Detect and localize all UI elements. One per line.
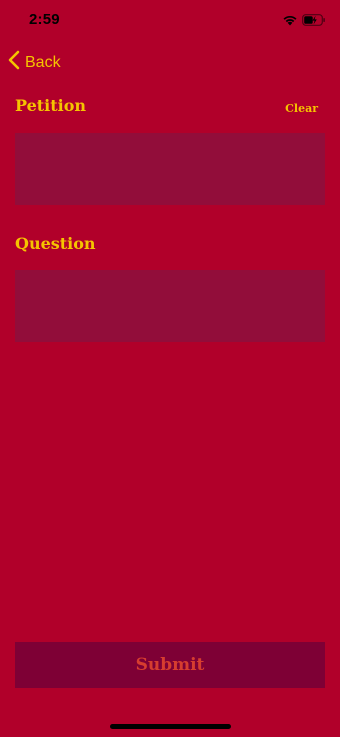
submit-button[interactable]: Submit: [15, 642, 325, 688]
back-button[interactable]: Back: [8, 50, 61, 75]
question-input[interactable]: [15, 270, 325, 342]
battery-icon: [302, 13, 326, 31]
petition-title: Petition: [15, 96, 87, 115]
petition-input[interactable]: [15, 133, 325, 205]
submit-label: Submit: [135, 655, 205, 675]
back-label: Back: [25, 53, 61, 71]
wifi-icon: [282, 13, 298, 31]
status-bar: 2:59: [0, 0, 340, 44]
clear-button[interactable]: Clear: [285, 102, 318, 115]
home-indicator[interactable]: [110, 724, 231, 729]
question-title: Question: [15, 234, 96, 253]
status-icons: [282, 13, 326, 31]
status-time: 2:59: [29, 11, 60, 28]
chevron-left-icon: [8, 50, 20, 75]
